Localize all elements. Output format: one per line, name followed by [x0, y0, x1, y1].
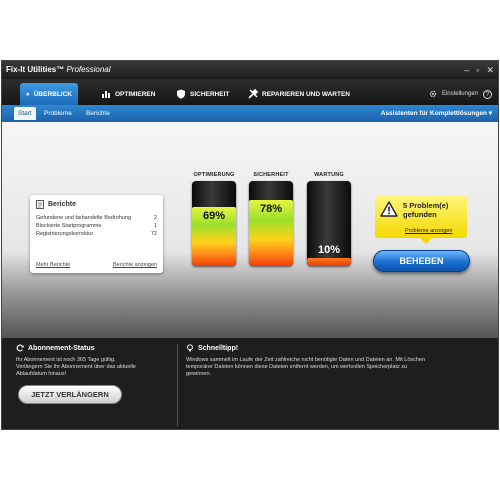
settings-link[interactable]: Einstellungen	[442, 91, 478, 97]
view-reports-link[interactable]: Berichte anzeigen	[113, 262, 157, 268]
tab-label: REPARIEREN UND WARTEN	[262, 90, 350, 98]
gauge-percent: 10%	[317, 244, 341, 256]
gauge-optimization: OPTIMIERUNG 69%	[192, 172, 236, 266]
more-reports-link[interactable]: Mehr Berichte	[36, 262, 70, 268]
problems-count: 5 Problem(e) gefunden	[403, 201, 449, 219]
report-links: Mehr Berichte Berichte anzeigen	[36, 262, 157, 268]
gauge-percent: 69%	[202, 210, 226, 222]
maximize-button[interactable]: ▫	[476, 61, 479, 79]
reports-card: Berichte Gefundene und behandelte Bedroh…	[30, 195, 163, 273]
main-nav: ÜBERBLICK OPTIMIEREN SICHERHEIT REPARIER…	[2, 79, 498, 105]
gauge-maintenance: WARTUNG 10%	[307, 172, 351, 266]
show-problems-link[interactable]: Probleme anzeigen	[405, 228, 452, 234]
tab-security[interactable]: SICHERHEIT	[170, 83, 235, 105]
tab-label: OPTIMIEREN	[115, 90, 156, 98]
refresh-icon	[16, 344, 24, 352]
subscription-title: Abonnement-Status	[16, 344, 95, 352]
subtab-reports[interactable]: Berichte	[82, 107, 114, 120]
document-icon	[36, 200, 44, 209]
warning-icon	[380, 201, 398, 217]
close-button[interactable]: ✕	[486, 61, 494, 79]
help-icon[interactable]: ?	[483, 89, 492, 99]
shield-icon	[177, 89, 185, 99]
settings-area: Einstellungen ?	[429, 83, 492, 105]
tab-optimize[interactable]: OPTIMIEREN	[95, 83, 161, 105]
minimize-button[interactable]: –	[464, 61, 469, 79]
quicktip-text: Windows sammelt im Laufe der Zeit zahlre…	[186, 357, 426, 378]
report-row: Gefundene und behandelte Bedrohung 2	[36, 215, 157, 221]
app-edition: Professional	[66, 65, 111, 74]
sub-nav: Start Probleme Berichte Assistenten für …	[2, 105, 498, 122]
gauge-label: WARTUNG	[314, 172, 344, 178]
gear-icon[interactable]	[429, 90, 437, 98]
gauge-label: SICHERHEIT	[253, 172, 289, 178]
subscription-text: Ihr Abonnement ist noch 365 Tage gültig.…	[16, 357, 136, 378]
subtab-problems[interactable]: Probleme	[40, 107, 76, 120]
tab-repair[interactable]: REPARIEREN UND WARTEN	[242, 83, 356, 105]
lightbulb-icon	[187, 344, 193, 352]
quicktip-title: Schnelltipp!	[186, 344, 238, 352]
tab-label: ÜBERBLICK	[33, 90, 72, 98]
home-icon	[26, 92, 30, 96]
tab-label: SICHERHEIT	[190, 90, 230, 98]
assistant-dropdown[interactable]: Assistenten für Komplettlösungen ▾	[381, 107, 492, 120]
gauge-percent: 78%	[259, 203, 283, 215]
gauge-fill	[307, 257, 351, 266]
fix-button[interactable]: BEHEBEN	[373, 250, 470, 272]
gauge-security: SICHERHEIT 78%	[249, 172, 293, 266]
renew-button[interactable]: JETZT VERLÄNGERN	[18, 385, 122, 404]
tab-overview[interactable]: ÜBERBLICK	[20, 83, 78, 105]
gauge-battery: 69%	[192, 181, 236, 266]
gauge-label: OPTIMIERUNG	[193, 172, 235, 178]
divider	[177, 344, 178, 426]
problems-callout: 5 Problem(e) gefunden Probleme anzeigen	[375, 196, 467, 244]
bottom-panel: Abonnement-Status Ihr Abonnement ist noc…	[2, 338, 498, 429]
reports-card-header: Berichte	[36, 200, 157, 209]
gauge-battery: 78%	[249, 181, 293, 266]
window-controls: – ▫ ✕	[464, 61, 494, 79]
bar-chart-icon	[102, 91, 110, 98]
tools-icon	[248, 89, 258, 99]
subtab-start[interactable]: Start	[14, 107, 36, 120]
report-row: Blockierte Startprogramme 1	[36, 223, 157, 229]
gauge-battery: 10%	[307, 181, 351, 266]
report-row: Registrierungskorrektur 72	[36, 231, 157, 237]
title-bar: Fix-It Utilities™ Professional – ▫ ✕	[2, 61, 498, 79]
app-title: Fix-It Utilities™	[6, 65, 65, 74]
